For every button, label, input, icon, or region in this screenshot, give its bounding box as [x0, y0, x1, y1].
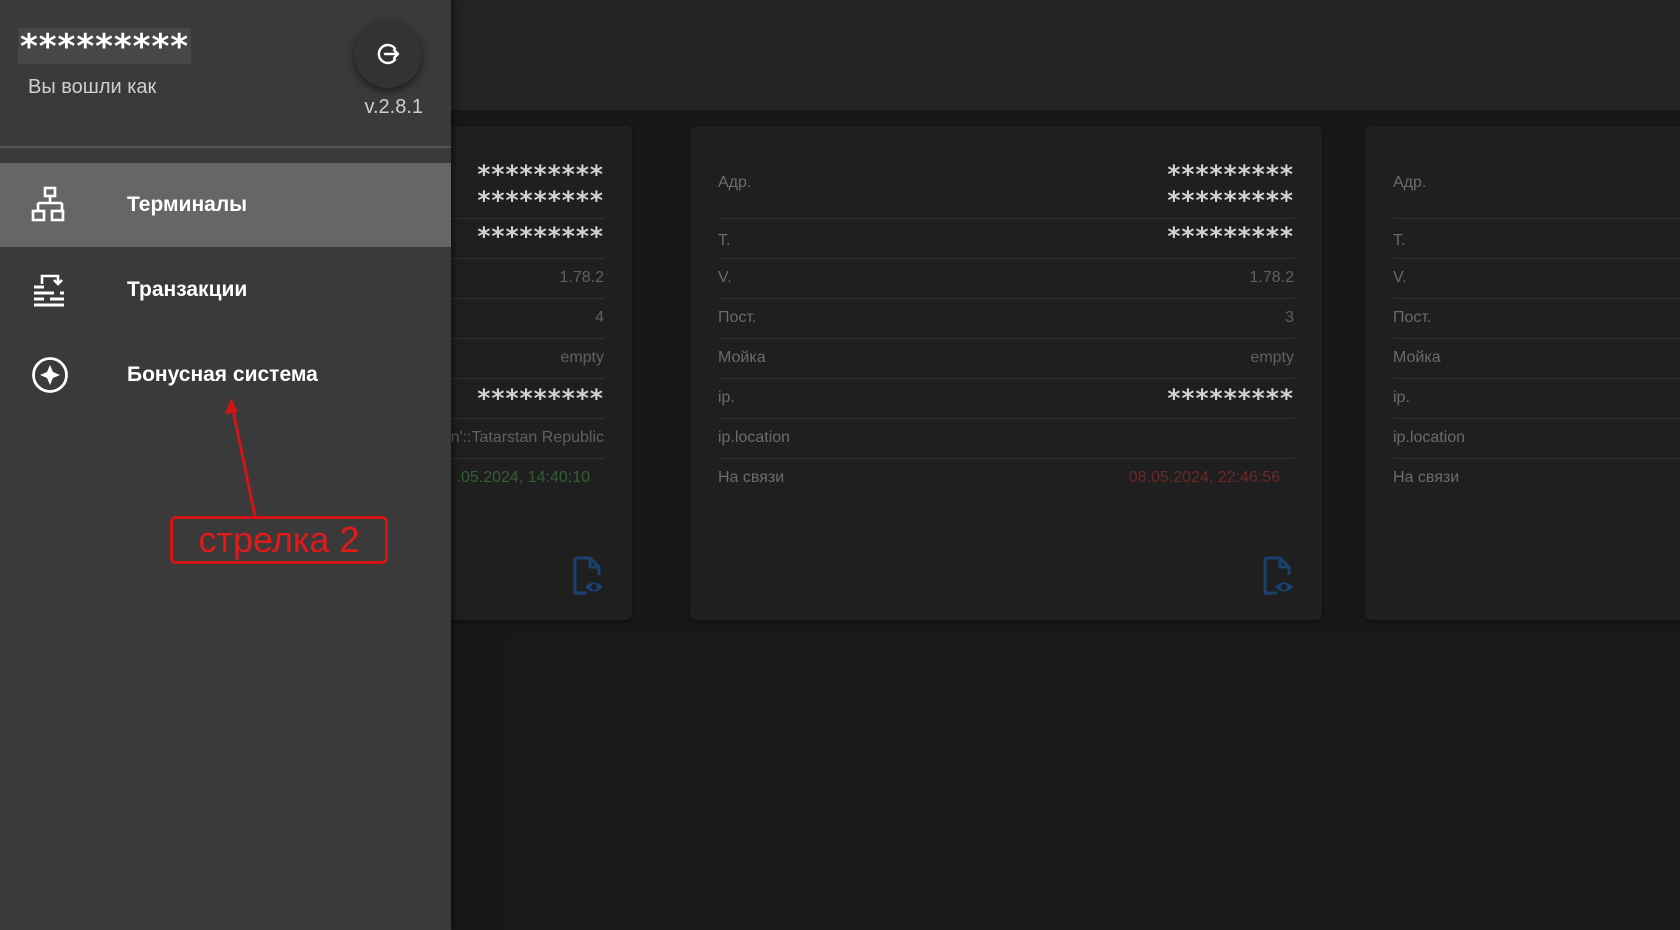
- network-icon: [31, 186, 65, 222]
- nav-item-label: Транзакции: [127, 278, 248, 301]
- nav-item-label: Терминалы: [127, 193, 248, 216]
- compass-icon: [32, 357, 68, 393]
- nav-item-label: Бонусная система: [127, 363, 318, 386]
- username: *********: [18, 27, 192, 67]
- nav-item-bonus-system[interactable]: Бонусная система: [0, 333, 451, 417]
- logout-button[interactable]: [354, 20, 422, 88]
- nav-item-transactions[interactable]: Транзакции: [0, 248, 451, 332]
- transactions-icon: [34, 274, 64, 307]
- nav-item-terminals[interactable]: Терминалы: [0, 163, 451, 247]
- navigation-drawer: ********* Вы вошли как v.2.8.1 Терминалы: [0, 0, 451, 930]
- annotation-label: стрелка 2: [170, 516, 388, 564]
- app-version: v.2.8.1: [364, 96, 423, 118]
- app-root: ********* ********* ********* 1.78.2 4 e…: [0, 0, 1680, 930]
- logout-icon: [377, 43, 400, 65]
- logged-in-as-label: Вы вошли как: [28, 76, 157, 98]
- drawer-divider: [0, 146, 451, 148]
